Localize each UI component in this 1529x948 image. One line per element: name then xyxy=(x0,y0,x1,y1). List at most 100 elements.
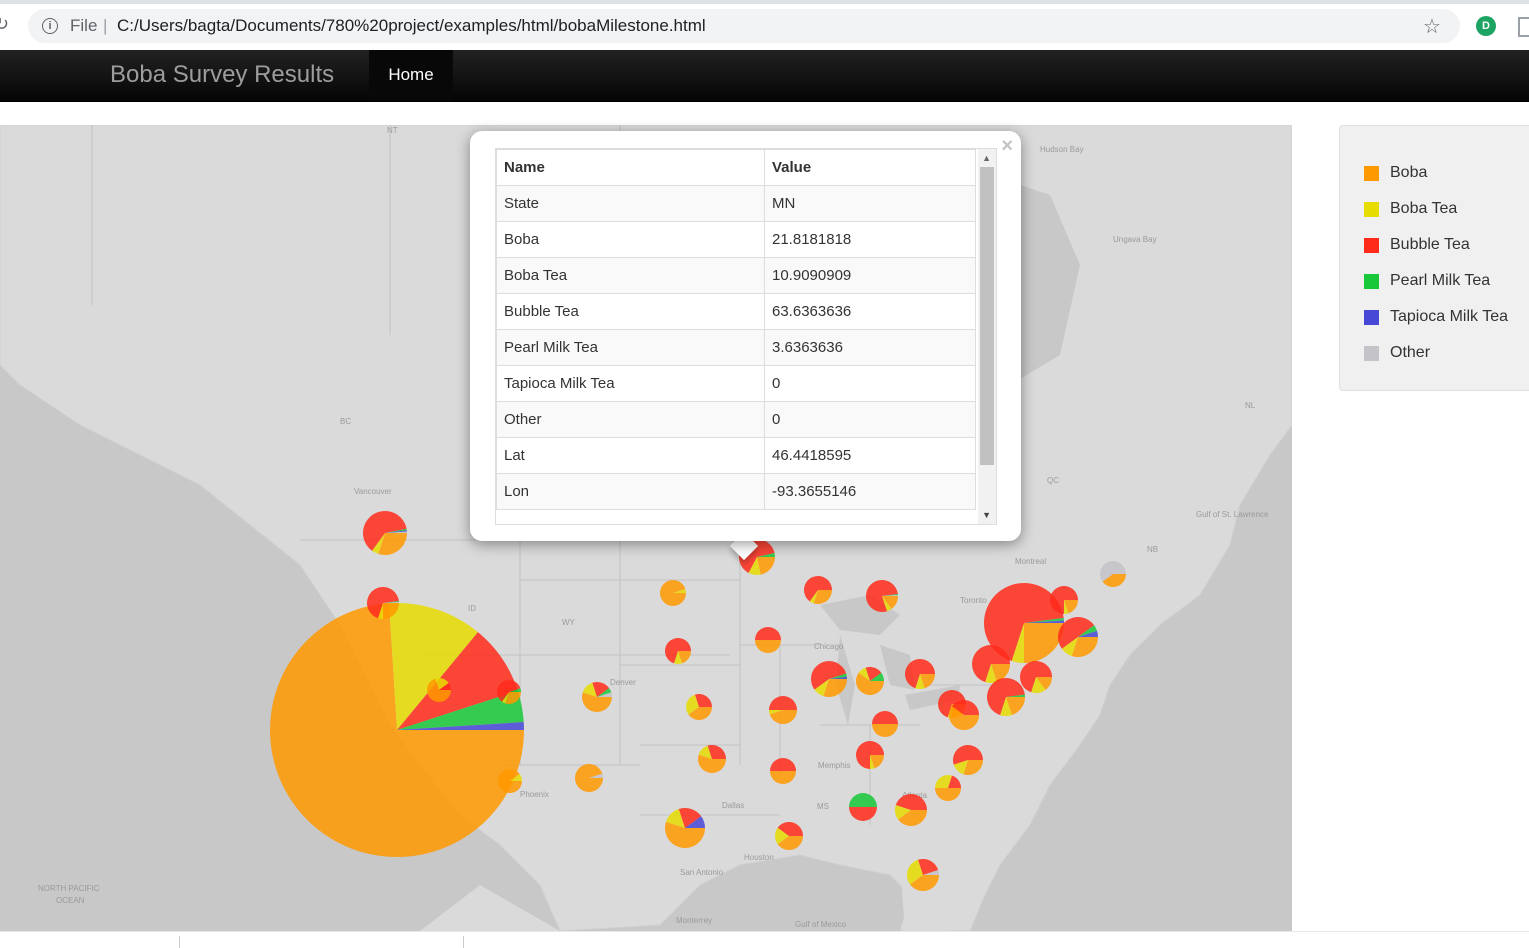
state-pie[interactable] xyxy=(949,700,979,731)
row-name: Lon xyxy=(496,473,765,510)
state-pie[interactable] xyxy=(498,769,522,794)
state-pie[interactable] xyxy=(1020,661,1052,693)
table-header-row: Name Value xyxy=(496,149,976,186)
scroll-up-icon[interactable]: ▲ xyxy=(982,153,991,163)
state-pie[interactable] xyxy=(427,678,451,703)
legend-swatch xyxy=(1364,202,1379,217)
state-pie[interactable] xyxy=(269,603,524,858)
row-value: 3.6363636 xyxy=(764,329,976,366)
table-scrollbar[interactable]: ▲ ▼ xyxy=(978,149,996,524)
close-icon[interactable]: × xyxy=(1001,135,1013,158)
pie-slice[interactable] xyxy=(935,788,961,801)
state-pie[interactable] xyxy=(769,696,797,725)
state-pie[interactable] xyxy=(496,680,521,704)
extension-icon[interactable]: D xyxy=(1476,16,1496,36)
state-pie[interactable] xyxy=(849,793,877,821)
address-bar[interactable]: i File | C:/Users/bagta/Documents/780%20… xyxy=(28,9,1460,43)
state-pie[interactable] xyxy=(660,580,686,607)
state-pie[interactable] xyxy=(953,745,984,775)
bookmark-star-icon[interactable]: ☆ xyxy=(1423,14,1441,39)
pie-slice[interactable] xyxy=(770,758,796,771)
state-pie[interactable] xyxy=(972,644,1011,684)
state-pie[interactable] xyxy=(582,682,612,713)
state-pie[interactable] xyxy=(866,580,898,613)
nav-home-link[interactable]: Home xyxy=(369,50,453,101)
pie-slice[interactable] xyxy=(660,580,686,607)
state-pie[interactable] xyxy=(1099,560,1126,587)
state-pie[interactable] xyxy=(804,576,832,604)
table-row: Lat 46.4418595 xyxy=(496,437,976,474)
table-row: Lon -93.3655146 xyxy=(496,473,976,510)
state-pie[interactable] xyxy=(363,511,407,555)
legend: Boba Boba Tea Bubble Tea Pearl Milk Tea Tapi… xyxy=(1339,125,1529,391)
table-row: Boba 21.8181818 xyxy=(496,221,976,258)
feature-popup: × Name Value State MN Boba 21.8181818 Boba T… xyxy=(470,131,1021,541)
pie-slice[interactable] xyxy=(849,793,877,807)
popup-table-container[interactable]: Name Value State MN Boba 21.8181818 Boba Tea… xyxy=(495,148,997,525)
row-name: Bubble Tea xyxy=(496,293,765,330)
state-pie[interactable] xyxy=(686,694,712,721)
table-row: Boba Tea 10.9090909 xyxy=(496,257,976,294)
state-pie[interactable] xyxy=(907,859,939,891)
status-strip xyxy=(0,931,1529,948)
navbar: Boba Survey Results Home xyxy=(0,50,1529,102)
info-icon[interactable]: i xyxy=(42,18,58,34)
pie-slice[interactable] xyxy=(872,724,898,737)
legend-label: Boba xyxy=(1390,164,1428,181)
legend-swatch xyxy=(1364,238,1379,253)
pie-slice[interactable] xyxy=(872,711,898,724)
row-name: Tapioca Milk Tea xyxy=(496,365,765,402)
legend-label: Pearl Milk Tea xyxy=(1390,272,1491,289)
reload-icon[interactable]: ↻ xyxy=(0,14,9,35)
state-pie[interactable] xyxy=(665,808,706,849)
row-name: Boba xyxy=(496,221,765,258)
state-pie[interactable] xyxy=(1050,586,1078,614)
row-name: Other xyxy=(496,401,765,438)
state-pie[interactable] xyxy=(987,677,1025,717)
header-value: Value xyxy=(764,149,976,186)
state-pie[interactable] xyxy=(810,660,847,697)
tab-strip-edge xyxy=(0,0,1529,4)
state-pie[interactable] xyxy=(698,745,726,773)
state-pie[interactable] xyxy=(856,667,884,695)
row-value: 0 xyxy=(764,365,976,402)
pie-slice[interactable] xyxy=(1024,623,1064,663)
legend-label: Boba Tea xyxy=(1390,200,1458,217)
pie-slice[interactable] xyxy=(755,627,781,640)
row-value: 46.4418595 xyxy=(764,437,976,474)
file-label: File xyxy=(70,16,98,35)
row-name: Pearl Milk Tea xyxy=(496,329,765,366)
state-pie[interactable] xyxy=(856,741,884,769)
legend-label: Bubble Tea xyxy=(1390,236,1470,253)
row-value: 0 xyxy=(764,401,976,438)
state-pie[interactable] xyxy=(1058,617,1098,657)
state-pie[interactable] xyxy=(770,758,796,784)
state-pie[interactable] xyxy=(574,764,603,792)
extension-menu-icon[interactable] xyxy=(1518,17,1529,37)
scroll-thumb[interactable] xyxy=(980,167,994,465)
state-pie[interactable] xyxy=(366,587,399,619)
state-pie[interactable] xyxy=(872,711,898,737)
scroll-down-icon[interactable]: ▼ xyxy=(982,510,991,520)
pie-slice[interactable] xyxy=(755,640,781,653)
pie-slice[interactable] xyxy=(769,696,797,710)
row-value: 63.6363636 xyxy=(764,293,976,330)
state-pie[interactable] xyxy=(775,822,803,850)
browser-toolbar: ↻ i File | C:/Users/bagta/Documents/780%… xyxy=(0,0,1529,50)
pie-slice[interactable] xyxy=(849,807,877,821)
pie-slice[interactable] xyxy=(498,769,522,794)
brand-title[interactable]: Boba Survey Results xyxy=(110,61,334,89)
row-value: MN xyxy=(764,185,976,222)
url-text[interactable]: C:/Users/bagta/Documents/780%20project/e… xyxy=(117,16,706,36)
pie-slice[interactable] xyxy=(770,771,796,784)
state-pie[interactable] xyxy=(755,627,781,653)
state-pie[interactable] xyxy=(895,793,927,826)
legend-swatch xyxy=(1364,274,1379,289)
state-pie[interactable] xyxy=(905,659,935,690)
row-name: State xyxy=(496,185,765,222)
state-pie[interactable] xyxy=(935,775,961,801)
table-row: State MN xyxy=(496,185,976,222)
row-value: 21.8181818 xyxy=(764,221,976,258)
legend-swatch xyxy=(1364,166,1379,181)
state-pie[interactable] xyxy=(665,638,691,664)
